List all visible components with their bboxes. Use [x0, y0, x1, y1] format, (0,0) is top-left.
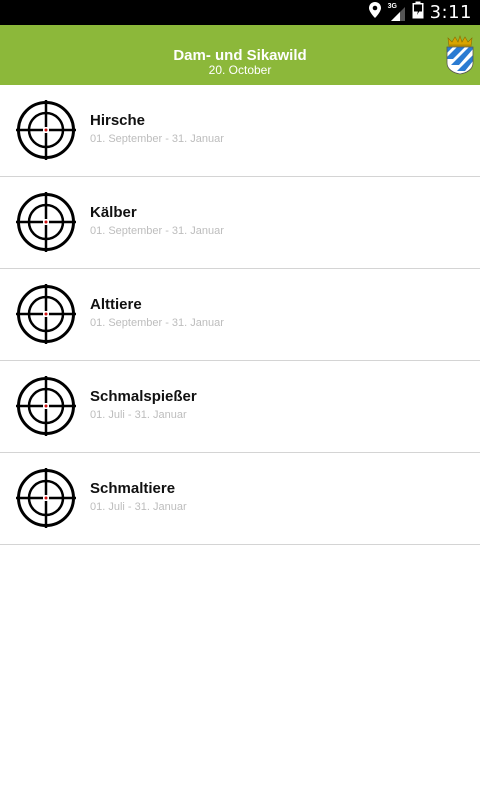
species-name: Kälber — [90, 204, 137, 221]
species-name: Hirsche — [90, 112, 146, 129]
app-header: Dam- und Sikawild 20. October — [0, 25, 480, 85]
battery-icon — [412, 1, 424, 24]
hunting-season: 01. September - 31. Januar — [90, 317, 224, 329]
hunting-season: 01. September - 31. Januar — [90, 133, 224, 145]
hunting-season: 01. September - 31. Januar — [90, 225, 224, 237]
list-item-alttiere[interactable]: Alttiere 01. September - 31. Januar — [0, 269, 480, 361]
list-item-kaelber[interactable]: Kälber 01. September - 31. Januar — [0, 177, 480, 269]
status-bar: 3G 3:11 — [0, 0, 480, 25]
crosshair-icon — [16, 376, 76, 436]
crosshair-icon — [16, 100, 76, 160]
species-name: Alttiere — [90, 296, 142, 313]
signal-icon: 3G — [388, 3, 406, 22]
hunting-season: 01. Juli - 31. Januar — [90, 409, 187, 421]
location-pin-icon — [368, 1, 382, 24]
species-name: Schmaltiere — [90, 480, 176, 497]
list-item-schmaltiere[interactable]: Schmaltiere 01. Juli - 31. Januar — [0, 453, 480, 545]
bavaria-crest-icon[interactable] — [445, 35, 475, 75]
page-subtitle-date: 20. October — [208, 63, 272, 77]
list-item-hirsche[interactable]: Hirsche 01. September - 31. Januar — [0, 85, 480, 177]
crosshair-icon — [16, 192, 76, 252]
crosshair-icon — [16, 468, 76, 528]
game-species-list: Hirsche 01. September - 31. Januar Kälbe… — [0, 85, 480, 545]
list-item-schmalspiesser[interactable]: Schmalspießer 01. Juli - 31. Januar — [0, 361, 480, 453]
clock: 3:11 — [429, 2, 472, 23]
hunting-season: 01. Juli - 31. Januar — [90, 501, 187, 513]
species-name: Schmalspießer — [90, 388, 197, 405]
crosshair-icon — [16, 284, 76, 344]
